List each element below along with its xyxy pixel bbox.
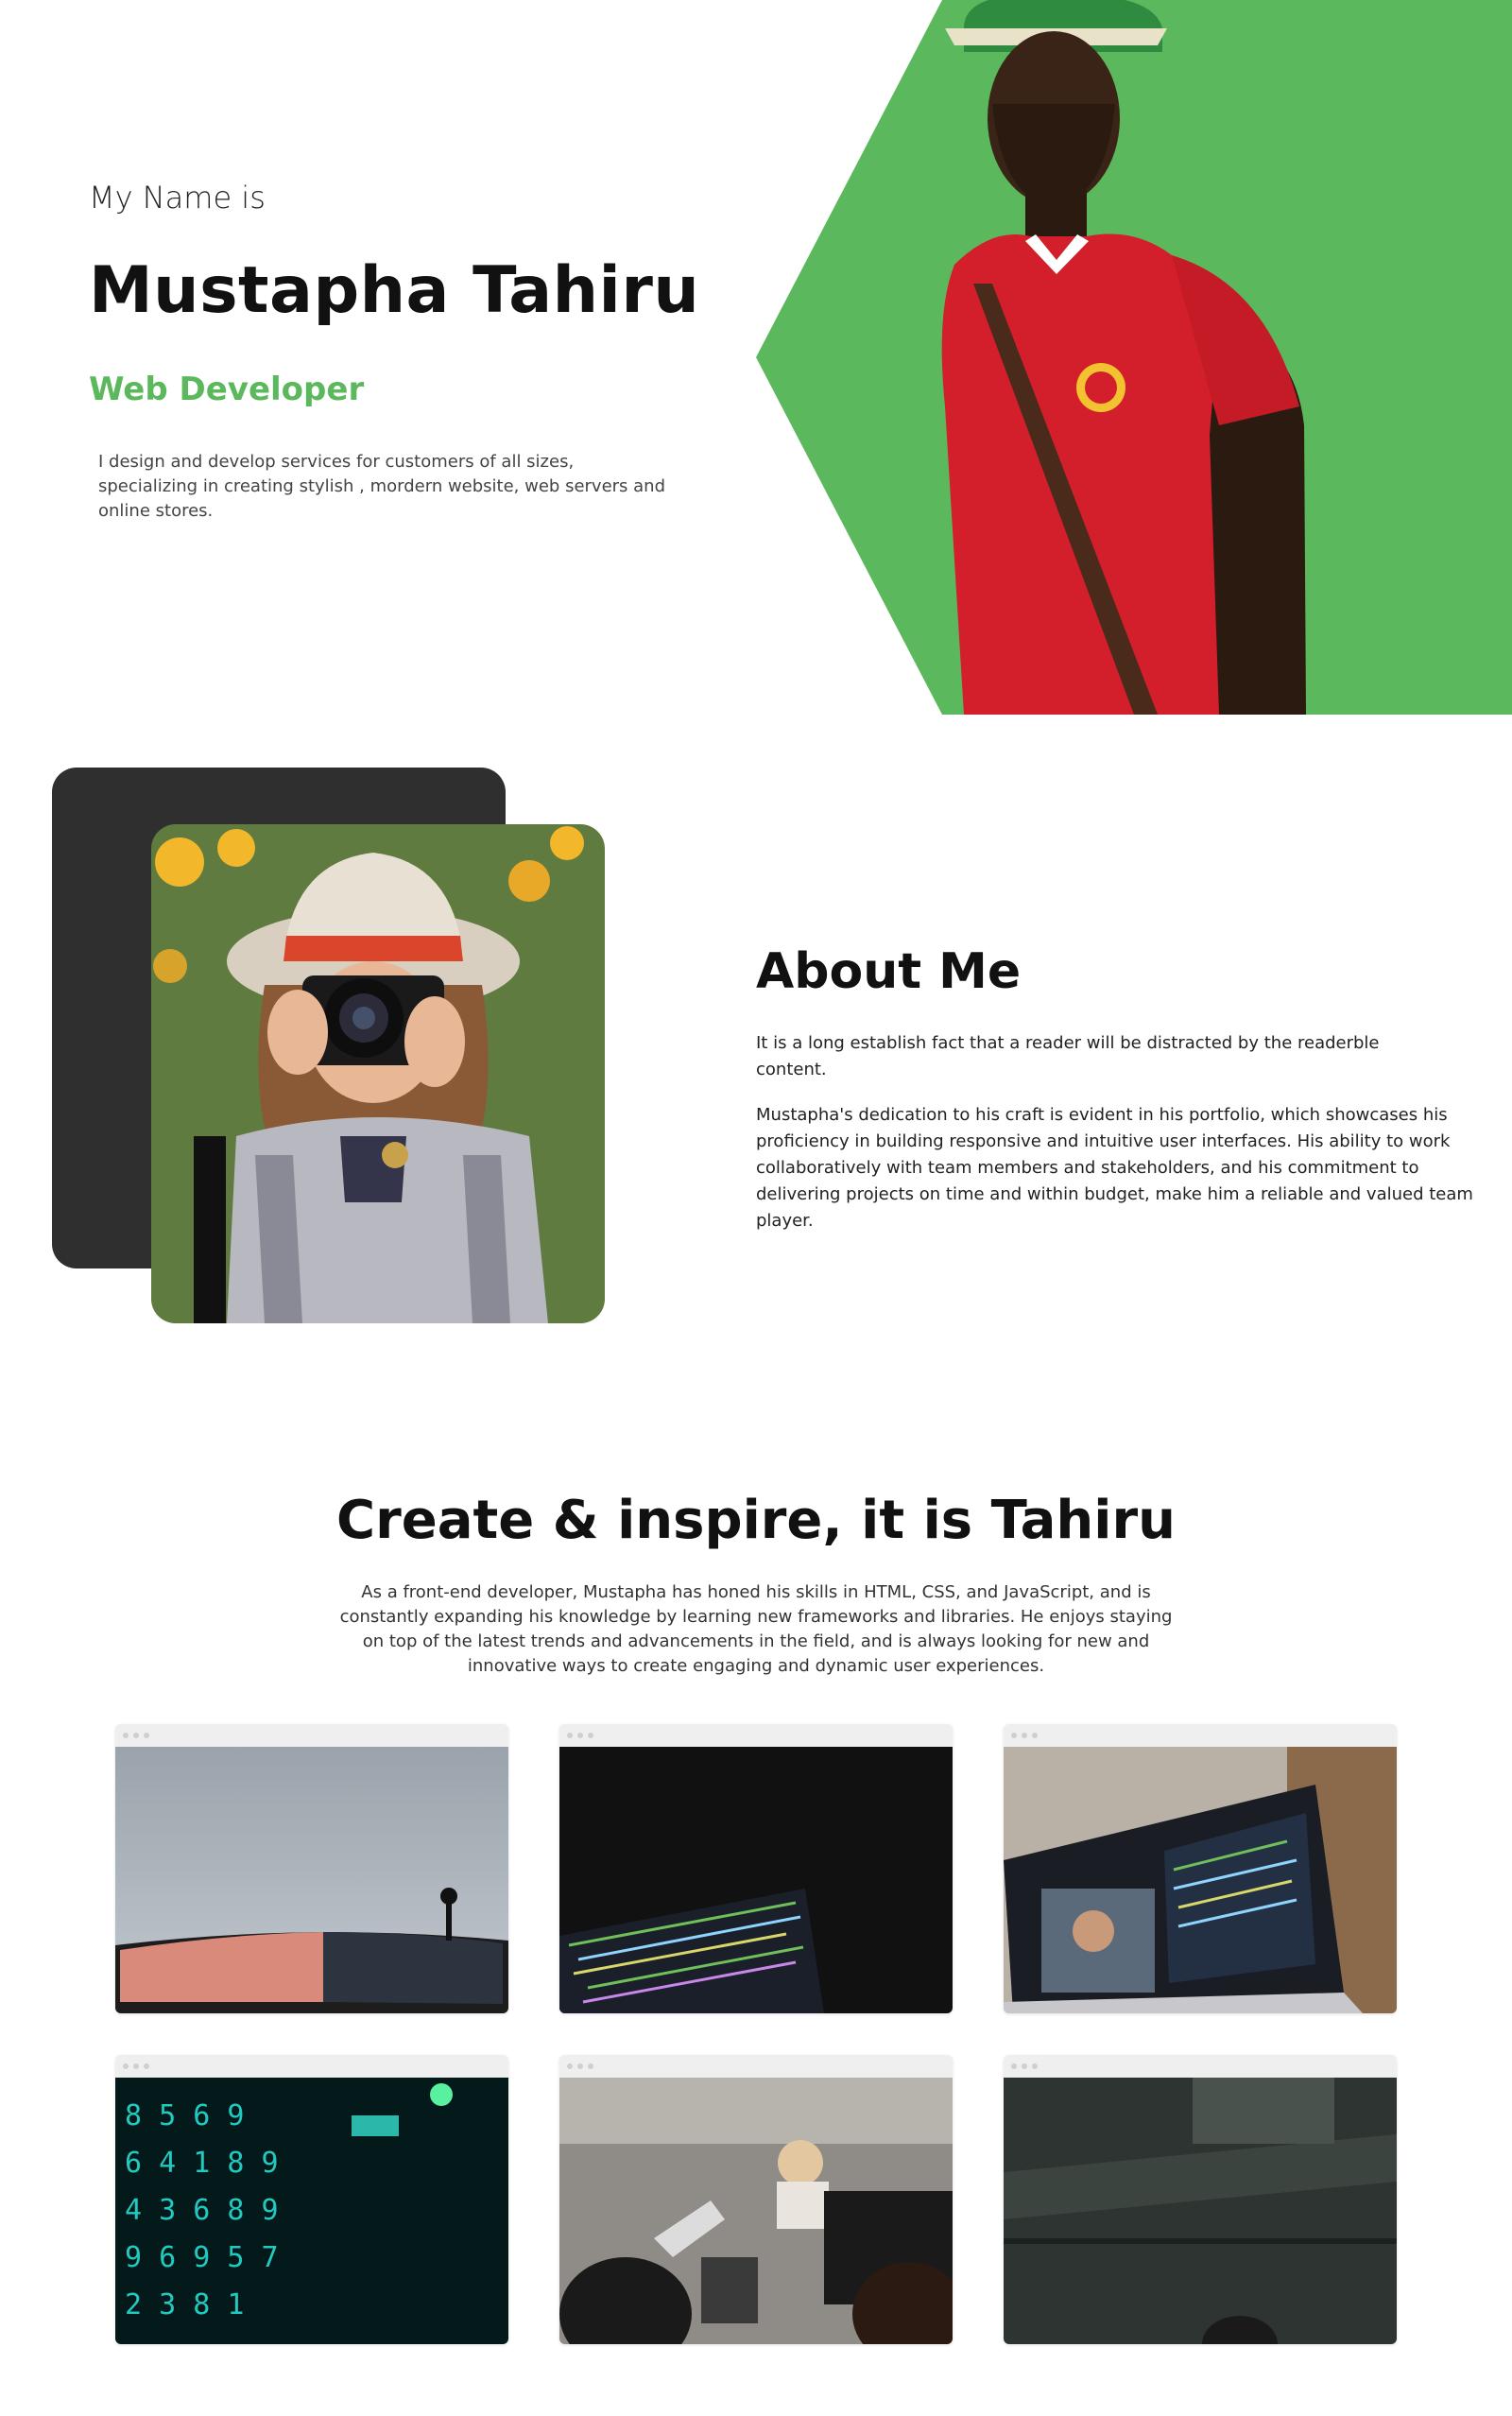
hero-section: My Name is Mustapha Tahiru Web Developer… — [0, 0, 1512, 718]
portfolio-card-code[interactable] — [559, 1724, 953, 2013]
browser-bar — [115, 2055, 508, 2078]
create-title: Create & inspire, it is Tahiru — [336, 1490, 1176, 1551]
hero-intro: My Name is — [89, 180, 266, 216]
svg-text:8 5 6 9: 8 5 6 9 — [125, 2099, 244, 2132]
about-photo — [151, 824, 605, 1323]
laptop-video-call-image — [1004, 1747, 1397, 2013]
svg-text:2 3 8 1: 2 3 8 1 — [125, 2288, 244, 2321]
hero-portrait-image — [941, 0, 1306, 715]
svg-text:9 6 9 5 7: 9 6 9 5 7 — [125, 2241, 279, 2274]
svg-text:4 3 6 8 9: 4 3 6 8 9 — [125, 2194, 279, 2227]
code-screen-image — [559, 1747, 953, 2013]
office-workers-image — [559, 2078, 953, 2344]
about-paragraph-2: Mustapha's dedication to his craft is ev… — [756, 1105, 1473, 1231]
digital-numbers-image: 8 5 6 9 6 4 1 8 9 4 3 6 8 9 9 6 9 5 7 2 … — [115, 2078, 508, 2344]
office-ceiling-image — [1004, 2078, 1397, 2344]
portfolio-card-monitor[interactable] — [115, 1724, 508, 2013]
hero-name: Mustapha Tahiru — [89, 253, 700, 328]
portfolio-card-office[interactable] — [559, 2055, 953, 2344]
portfolio-card-laptop[interactable] — [1004, 1724, 1397, 2013]
curved-monitor-image — [115, 1747, 508, 2013]
svg-text:6 4 1 8 9: 6 4 1 8 9 — [125, 2147, 279, 2180]
browser-bar — [1004, 1724, 1397, 1747]
create-description: As a front-end developer, Mustapha has h… — [339, 1582, 1173, 1676]
browser-bar — [559, 2055, 953, 2078]
photographer-image — [151, 824, 605, 1323]
hero-role: Web Developer — [89, 371, 365, 408]
about-title: About Me — [756, 943, 1022, 1000]
hero-description: I design and develop services for custom… — [98, 452, 666, 521]
about-paragraph-1: It is a long establish fact that a reade… — [756, 1033, 1380, 1079]
browser-bar — [559, 1724, 953, 1747]
portfolio-card-ceiling[interactable] — [1004, 2055, 1397, 2344]
browser-bar — [1004, 2055, 1397, 2078]
browser-bar — [115, 1724, 508, 1747]
portfolio-card-matrix[interactable]: 8 5 6 9 6 4 1 8 9 4 3 6 8 9 9 6 9 5 7 2 … — [115, 2055, 508, 2344]
